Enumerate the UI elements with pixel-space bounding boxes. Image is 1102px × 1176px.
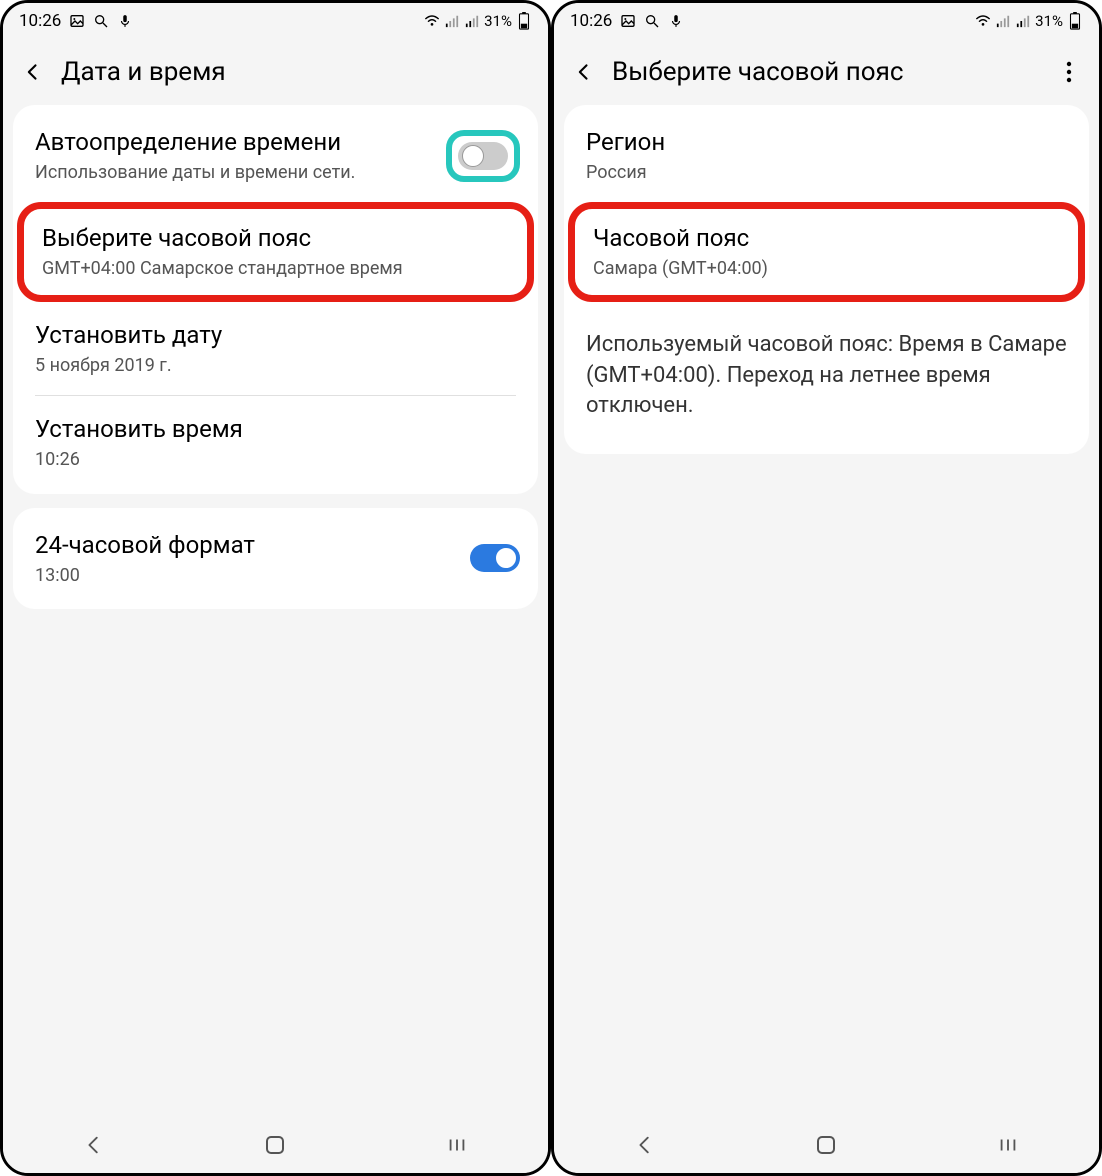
toggle-wrap <box>470 544 520 572</box>
search-icon <box>644 13 660 29</box>
row-title: 24-часовой формат <box>35 530 516 560</box>
back-button[interactable] <box>570 58 598 86</box>
battery-icon <box>1067 13 1083 29</box>
highlight-red: Выберите часовой пояс GMT+04:00 Самарско… <box>17 202 534 301</box>
row-set-time[interactable]: Установить время 10:26 <box>13 396 538 489</box>
mic-icon <box>117 13 133 29</box>
image-icon <box>69 13 85 29</box>
nav-back-button[interactable] <box>595 1125 695 1165</box>
highlight-cyan <box>446 130 520 182</box>
row-sub: Самара (GMT+04:00) <box>593 257 1060 280</box>
auto-time-toggle[interactable] <box>458 142 508 170</box>
row-sub: GMT+04:00 Самарское стандартное время <box>42 257 509 280</box>
status-bar: 10:26 31% <box>3 3 548 39</box>
row-set-date[interactable]: Установить дату 5 ноября 2019 г. <box>13 302 538 395</box>
status-time: 10:26 <box>570 11 612 31</box>
nav-bar <box>3 1117 548 1173</box>
card-timezone: Регион Россия Часовой пояс Самара (GMT+0… <box>564 105 1089 454</box>
row-title: Часовой пояс <box>593 223 1060 253</box>
highlight-red: Часовой пояс Самара (GMT+04:00) <box>568 202 1085 301</box>
more-button[interactable] <box>1055 58 1083 86</box>
row-sub: Использование даты и времени сети. <box>35 161 516 184</box>
settings-list: Регион Россия Часовой пояс Самара (GMT+0… <box>554 105 1099 1117</box>
header: Дата и время <box>3 39 548 105</box>
battery-icon <box>516 13 532 29</box>
card-main: Автоопределение времени Использование да… <box>13 105 538 494</box>
format-24h-toggle[interactable] <box>470 544 520 572</box>
status-bar: 10:26 31% <box>554 3 1099 39</box>
nav-home-button[interactable] <box>776 1125 876 1165</box>
row-24h-format[interactable]: 24-часовой формат 13:00 <box>13 512 538 605</box>
card-format: 24-часовой формат 13:00 <box>13 508 538 609</box>
row-title: Выберите часовой пояс <box>42 223 509 253</box>
row-auto-time[interactable]: Автоопределение времени Использование да… <box>13 109 538 202</box>
image-icon <box>620 13 636 29</box>
row-select-timezone[interactable]: Выберите часовой пояс GMT+04:00 Самарско… <box>24 209 527 294</box>
settings-list: Автоопределение времени Использование да… <box>3 105 548 1117</box>
back-button[interactable] <box>19 58 47 86</box>
row-sub: 13:00 <box>35 564 516 587</box>
row-title: Регион <box>586 127 1067 157</box>
row-region[interactable]: Регион Россия <box>564 109 1089 202</box>
mic-icon <box>668 13 684 29</box>
page-title: Выберите часовой пояс <box>612 57 903 87</box>
row-sub: 5 ноября 2019 г. <box>35 354 516 377</box>
signal1-icon <box>444 13 460 29</box>
nav-recents-button[interactable] <box>958 1125 1058 1165</box>
row-title: Автоопределение времени <box>35 127 516 157</box>
row-title: Установить время <box>35 414 516 444</box>
row-sub: Россия <box>586 161 1067 184</box>
wifi-icon <box>975 13 991 29</box>
nav-recents-button[interactable] <box>407 1125 507 1165</box>
nav-back-button[interactable] <box>44 1125 144 1165</box>
phone-right: 10:26 31% Выберите часовой пояс Регион Р… <box>551 0 1102 1176</box>
phone-left: 10:26 31% Дата и время Автоопределение в… <box>0 0 551 1176</box>
battery-percent: 31% <box>484 12 512 30</box>
timezone-info-text: Используемый часовой пояс: Время в Самар… <box>564 302 1089 450</box>
row-timezone[interactable]: Часовой пояс Самара (GMT+04:00) <box>575 209 1078 294</box>
row-title: Установить дату <box>35 320 516 350</box>
wifi-icon <box>424 13 440 29</box>
nav-bar <box>554 1117 1099 1173</box>
signal1-icon <box>995 13 1011 29</box>
search-icon <box>93 13 109 29</box>
page-title: Дата и время <box>61 57 226 87</box>
battery-percent: 31% <box>1035 12 1063 30</box>
header: Выберите часовой пояс <box>554 39 1099 105</box>
status-time: 10:26 <box>19 11 61 31</box>
signal2-icon <box>1015 13 1031 29</box>
signal2-icon <box>464 13 480 29</box>
nav-home-button[interactable] <box>225 1125 325 1165</box>
row-sub: 10:26 <box>35 448 516 471</box>
